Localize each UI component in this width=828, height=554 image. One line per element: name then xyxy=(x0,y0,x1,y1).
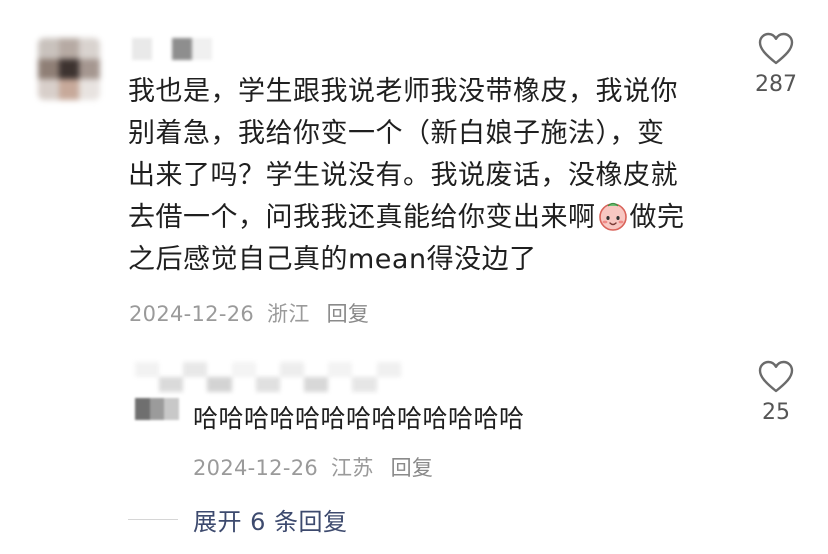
reply-meta: 2024-12-26 江苏 回复 xyxy=(193,452,433,482)
reply-text: 哈哈哈哈哈哈哈哈哈哈哈哈哈 xyxy=(193,404,525,433)
comment-date: 2024-12-26 xyxy=(129,302,255,326)
comment-meta: 2024-12-26 浙江 回复 xyxy=(129,298,369,328)
expand-replies-button[interactable]: 展开 6 条回复 xyxy=(193,502,348,537)
reply-region: 江苏 xyxy=(331,456,374,480)
reply-avatar[interactable] xyxy=(135,398,179,420)
reply-username[interactable] xyxy=(135,362,425,392)
username[interactable] xyxy=(132,38,232,60)
comment-text-part: 我也是，学生跟我说老师我没带橡皮，我说你 别着急，我给你变一个（新白娘子施法），… xyxy=(128,76,678,233)
like-count: 25 xyxy=(762,400,790,425)
reply-like-button[interactable]: 25 xyxy=(746,360,806,425)
like-count: 287 xyxy=(755,72,797,97)
smiling-face-emoji-icon xyxy=(597,200,629,232)
reply-button[interactable]: 回复 xyxy=(327,302,370,326)
comment-region: 浙江 xyxy=(267,302,310,326)
like-button[interactable]: 287 xyxy=(746,32,806,97)
heart-icon[interactable] xyxy=(758,360,794,394)
reply-date: 2024-12-26 xyxy=(193,456,319,480)
reply-reply-button[interactable]: 回复 xyxy=(391,456,434,480)
heart-icon[interactable] xyxy=(758,32,794,66)
divider-line xyxy=(128,519,178,520)
comment-text: 我也是，学生跟我说老师我没带橡皮，我说你 别着急，我给你变一个（新白娘子施法），… xyxy=(128,71,718,281)
avatar[interactable] xyxy=(38,38,100,100)
